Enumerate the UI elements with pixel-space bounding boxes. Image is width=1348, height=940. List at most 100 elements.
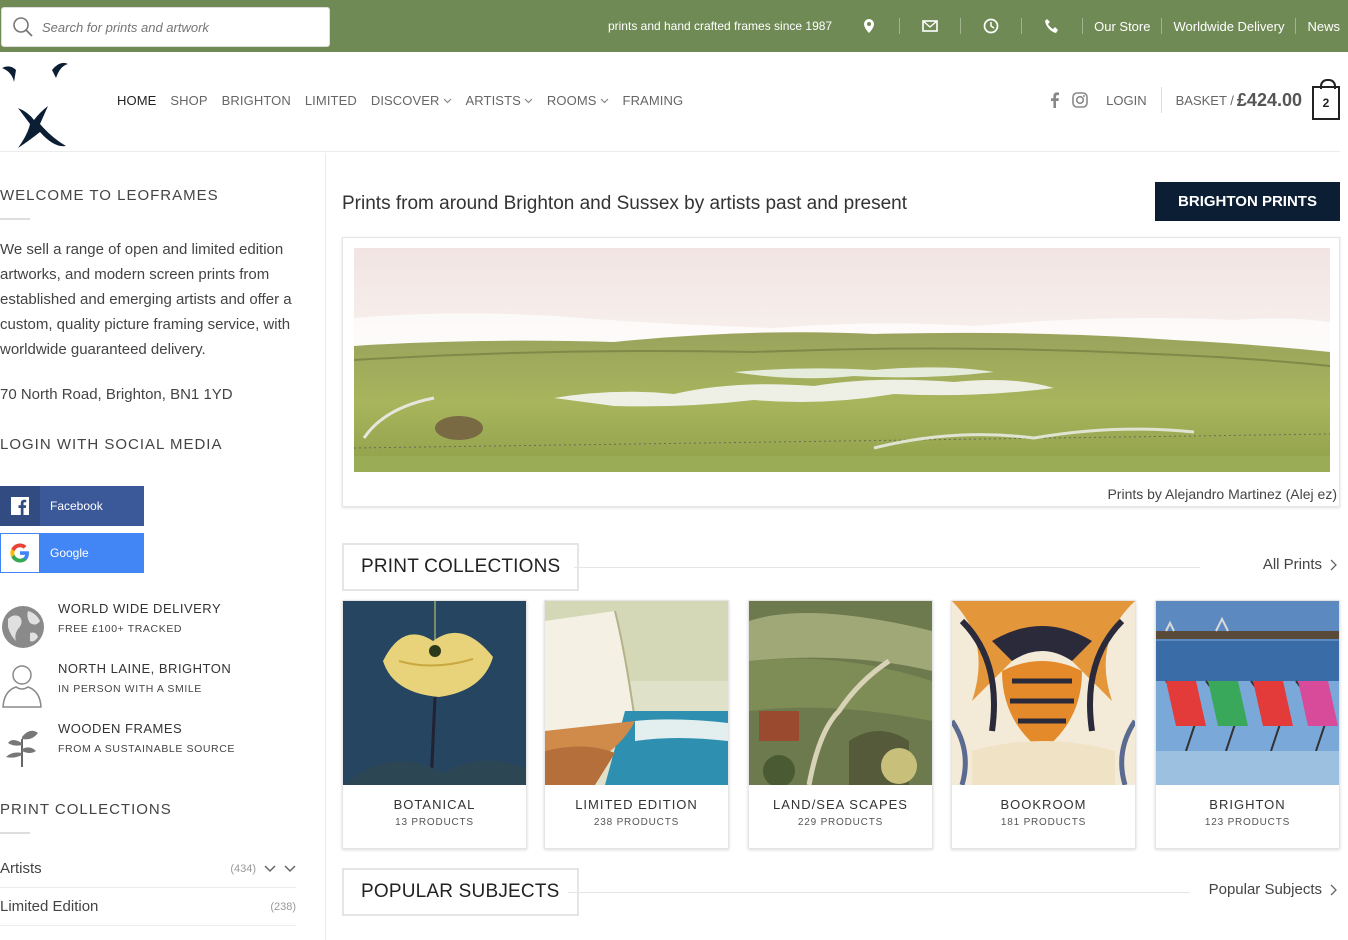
search-icon[interactable] — [12, 16, 34, 38]
divider — [1021, 18, 1023, 34]
collection-image — [952, 601, 1135, 785]
link-label: All Prints — [1262, 556, 1322, 573]
nav-label: ROOMS — [546, 93, 597, 108]
section-title: POPULAR SUBJECTS — [342, 868, 579, 916]
collection-image — [545, 601, 728, 785]
chevron-down-icon[interactable] — [284, 864, 296, 873]
collection-count: 123 PRODUCTS — [1204, 817, 1291, 828]
mail-icon[interactable] — [922, 18, 938, 34]
divider — [960, 18, 962, 34]
collection-count: 229 PRODUCTS — [797, 817, 884, 828]
google-login-label: Google — [50, 546, 89, 560]
nav-artists[interactable]: ARTISTS — [466, 93, 533, 108]
collection-count: 181 PRODUCTS — [1000, 817, 1087, 828]
collection-card-limited-edition[interactable]: LIMITED EDITION 238 PRODUCTS — [544, 600, 729, 849]
header: HOME SHOP BRIGHTON LIMITED DISCOVER ARTI… — [0, 52, 1340, 152]
nav-framing[interactable]: FRAMING — [623, 93, 684, 108]
nav-discover[interactable]: DISCOVER — [371, 93, 452, 108]
nav-home[interactable]: HOME — [117, 93, 156, 108]
top-bar-right: prints and hand crafted frames since 198… — [608, 0, 1340, 52]
nav-label: HOME — [117, 93, 157, 108]
login-link[interactable]: LOGIN — [1106, 93, 1146, 108]
facebook-icon[interactable] — [1048, 92, 1062, 108]
link-label: Popular Subjects — [1208, 881, 1322, 898]
search-box[interactable] — [1, 7, 330, 47]
title-underline — [0, 218, 30, 220]
welcome-title: WELCOME TO LEOFRAMES — [0, 187, 219, 204]
nav-shop[interactable]: SHOP — [170, 93, 207, 108]
social-login-title: LOGIN WITH SOCIAL MEDIA — [0, 436, 223, 453]
cart-icon[interactable]: 2 — [1312, 79, 1340, 120]
sidebar: WELCOME TO LEOFRAMES We sell a range of … — [0, 153, 326, 940]
top-bar: prints and hand crafted frames since 198… — [0, 0, 1348, 52]
collection-card-landscapes[interactable]: LAND/SEA SCAPES 229 PRODUCTS — [748, 600, 933, 849]
banner-caption: Prints by Alejandro Martinez (Alej ez) — [1107, 486, 1337, 502]
feature-subtitle: FREE £100+ TRACKED — [58, 623, 183, 635]
collection-card-botanical[interactable]: BOTANICAL 13 PRODUCTS — [342, 600, 527, 849]
phone-icon[interactable] — [1044, 18, 1060, 34]
chevron-down-icon — [524, 98, 533, 103]
all-prints-link[interactable]: All Prints — [1263, 556, 1338, 573]
collection-image — [1156, 601, 1339, 785]
collection-title: BRIGHTON — [1209, 797, 1286, 812]
section-title: PRINT COLLECTIONS — [342, 543, 580, 591]
chevron-down-icon[interactable] — [264, 864, 276, 873]
print-collections-header: PRINT COLLECTIONS All Prints — [342, 543, 1340, 591]
nav-rooms[interactable]: ROOMS — [547, 93, 609, 108]
google-icon — [0, 533, 40, 573]
divider — [568, 892, 1190, 893]
tagline: prints and hand crafted frames since 198… — [607, 19, 833, 33]
our-store-link[interactable]: Our Store — [1094, 19, 1150, 34]
chevron-down-icon — [600, 98, 608, 103]
collection-image — [749, 601, 932, 785]
popular-subjects-header: POPULAR SUBJECTS Popular Subjects — [342, 868, 1340, 916]
basket-label[interactable]: BASKET / — [1176, 93, 1234, 108]
facebook-login-label: Facebook — [50, 499, 103, 513]
category-limited-edition[interactable]: Limited Edition (238) — [0, 888, 296, 926]
header-right: LOGIN BASKET / £424.00 2 — [1048, 79, 1340, 120]
leoframes-logo[interactable] — [0, 56, 72, 152]
collection-title: BOTANICAL — [393, 797, 476, 812]
feature-title: WOODEN FRAMES — [58, 721, 183, 736]
category-artists[interactable]: Artists (434) — [0, 850, 296, 888]
collection-title: BOOKROOM — [1000, 797, 1087, 812]
news-link[interactable]: News — [1307, 19, 1340, 34]
category-label: Limited Edition — [0, 898, 99, 915]
feature-store: NORTH LAINE, BRIGHTON IN PERSON WITH A S… — [0, 661, 300, 711]
nav-brighton[interactable]: BRIGHTON — [222, 93, 291, 108]
divider — [1082, 18, 1084, 34]
feature-title: WORLD WIDE DELIVERY — [58, 601, 222, 616]
facebook-login-button[interactable]: Facebook — [0, 486, 144, 526]
collection-card-bookroom[interactable]: BOOKROOM 181 PRODUCTS — [951, 600, 1136, 849]
nav-limited[interactable]: LIMITED — [305, 93, 357, 108]
nav-label: SHOP — [170, 93, 208, 108]
divider — [1161, 18, 1163, 34]
facebook-icon — [0, 486, 40, 526]
clock-icon[interactable] — [983, 18, 999, 34]
search-input[interactable] — [42, 9, 322, 45]
page-title: Prints from around Brighton and Sussex b… — [342, 193, 908, 214]
map-pin-icon[interactable] — [861, 18, 877, 34]
instagram-icon[interactable] — [1072, 92, 1088, 108]
brighton-prints-button[interactable]: BRIGHTON PRINTS — [1155, 182, 1340, 221]
collection-count: 13 PRODUCTS — [395, 817, 474, 828]
popular-subjects-link[interactable]: Popular Subjects — [1209, 881, 1338, 898]
nav-label: LIMITED — [304, 93, 357, 108]
nav-label: FRAMING — [622, 93, 684, 108]
chevron-right-icon — [1330, 884, 1337, 895]
worldwide-delivery-link[interactable]: Worldwide Delivery — [1173, 19, 1284, 34]
collection-title: LAND/SEA SCAPES — [773, 797, 908, 812]
divider — [574, 567, 1200, 568]
person-icon — [2, 665, 42, 708]
tree-icon — [6, 730, 38, 767]
main-nav: HOME SHOP BRIGHTON LIMITED DISCOVER ARTI… — [117, 93, 697, 108]
google-login-button[interactable]: Google — [0, 533, 144, 573]
nav-label: ARTISTS — [465, 93, 521, 108]
basket-amount[interactable]: £424.00 — [1237, 90, 1302, 111]
collection-card-brighton[interactable]: BRIGHTON 123 PRODUCTS — [1155, 600, 1340, 849]
divider — [1160, 87, 1162, 113]
chevron-right-icon — [1330, 559, 1337, 570]
hero-banner[interactable]: Prints by Alejandro Martinez (Alej ez) — [342, 237, 1340, 507]
title-underline — [0, 832, 30, 834]
divider — [1295, 18, 1297, 34]
